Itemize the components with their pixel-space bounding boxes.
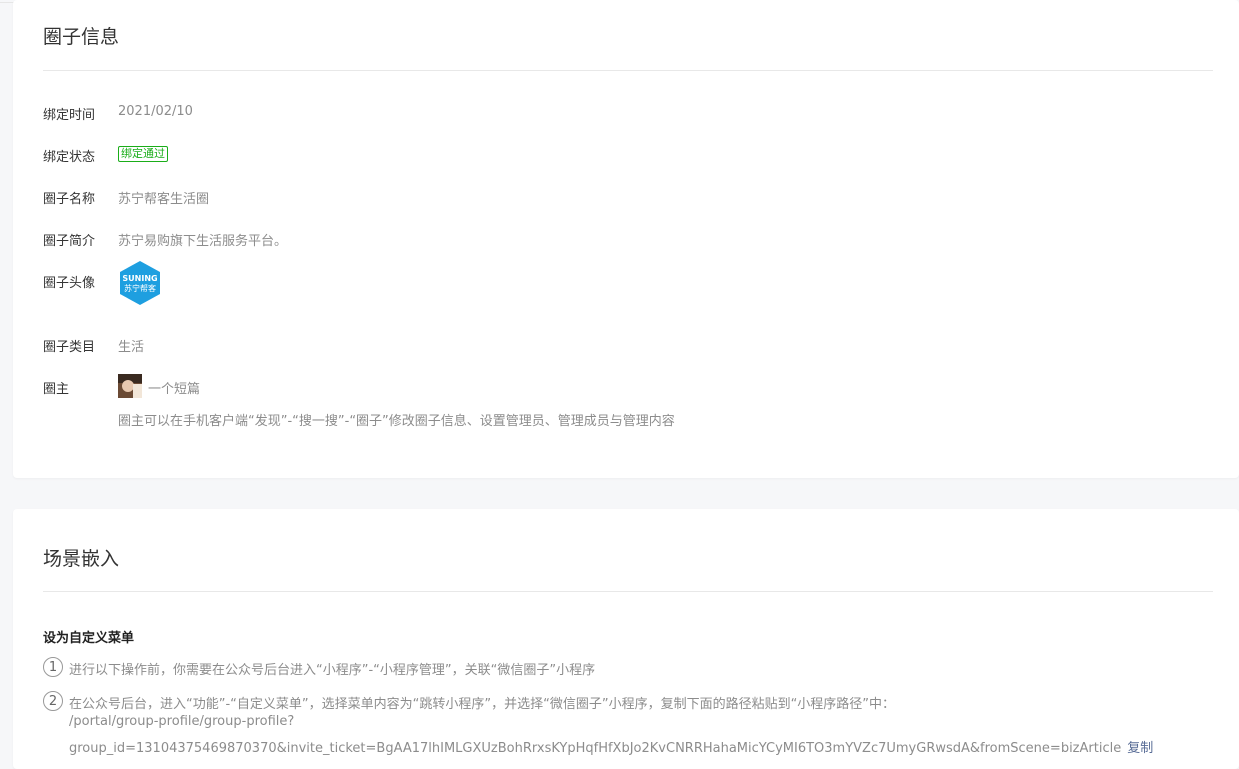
bind-time-label: 绑定时间 xyxy=(43,108,96,123)
circle-info-divider xyxy=(43,70,1213,71)
step-1-number: 1 xyxy=(43,657,63,677)
step-2-text: 在公众号后台，进入“功能”-“自定义菜单”，选择菜单内容为“跳转小程序”，并选择… xyxy=(69,697,896,712)
mini-program-path-line2-wrap: group_id=13104375469870370&invite_ticket… xyxy=(69,737,1153,756)
scene-embed-title: 场景嵌入 xyxy=(43,548,120,570)
circle-avatar-logo: SUNING 苏宁帮客 xyxy=(120,261,160,305)
bind-status-label: 绑定状态 xyxy=(43,150,96,165)
owner-avatar xyxy=(118,374,142,398)
bind-time-value: 2021/02/10 xyxy=(118,104,193,119)
status-badge: 绑定通过 xyxy=(118,146,168,162)
circle-category-value: 生活 xyxy=(118,340,145,355)
bind-status-badge-wrap: 绑定通过 xyxy=(118,146,168,162)
circle-avatar-label: 圈子头像 xyxy=(43,276,96,291)
circle-category-label: 圈子类目 xyxy=(43,340,96,355)
owner-name: 一个短篇 xyxy=(148,382,201,397)
circle-name-value: 苏宁帮客生活圈 xyxy=(118,192,210,207)
custom-menu-section-title: 设为自定义菜单 xyxy=(43,631,135,646)
step-2-number: 2 xyxy=(43,691,63,711)
circle-info-title: 圈子信息 xyxy=(43,26,120,48)
circle-name-label: 圈子名称 xyxy=(43,192,96,207)
scene-embed-card: 场景嵌入 设为自定义菜单 1 进行以下操作前，你需要在公众号后台进入“小程序”-… xyxy=(13,509,1239,769)
step-1-text: 进行以下操作前，你需要在公众号后台进入“小程序”-“小程序管理”，关联“微信圈子… xyxy=(69,663,596,678)
circle-intro-label: 圈子简介 xyxy=(43,234,96,249)
owner-hint: 圈主可以在手机客户端“发现”-“搜一搜”-“圈子”修改圈子信息、设置管理员、管理… xyxy=(118,414,675,429)
avatar-logo-text-top: SUNING xyxy=(122,274,157,283)
mini-program-path-line2: group_id=13104375469870370&invite_ticket… xyxy=(69,741,1122,756)
scene-embed-divider xyxy=(43,591,1213,592)
circle-info-card: 圈子信息 绑定时间 2021/02/10 绑定状态 绑定通过 圈子名称 苏宁帮客… xyxy=(13,0,1239,478)
mini-program-path-line1: /portal/group-profile/group-profile? xyxy=(69,714,295,729)
circle-intro-value: 苏宁易购旗下生活服务平台。 xyxy=(118,234,288,249)
avatar-logo-text-bottom: 苏宁帮客 xyxy=(124,283,156,293)
circle-owner-label: 圈主 xyxy=(43,382,70,397)
copy-path-link[interactable]: 复制 xyxy=(1127,741,1153,756)
